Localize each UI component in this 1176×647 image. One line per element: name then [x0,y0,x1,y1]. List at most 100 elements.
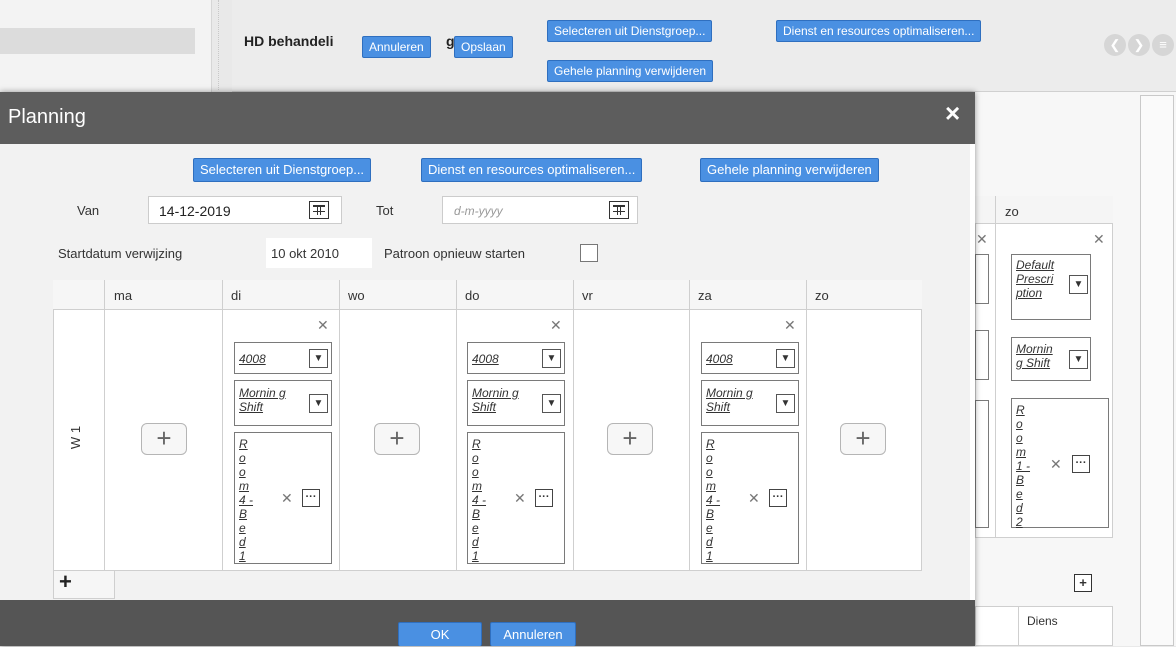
day-header-vr: vr [582,288,593,303]
column-divider [456,280,457,571]
chevron-down-icon[interactable]: ▼ [542,349,561,368]
restart-pattern-label: Patroon opnieuw starten [384,246,525,261]
save-button[interactable]: Opslaan [454,36,513,58]
shift-link[interactable]: Mornin g Shift [706,386,754,414]
code-select[interactable]: 4008 ▼ [234,342,332,374]
chevron-down-icon[interactable]: ▼ [776,394,795,413]
more-icon[interactable]: ··· [302,489,320,507]
room-select[interactable]: Ro o m 1 - Be d 2 ✕ ··· [1011,398,1109,529]
dialog-title: Planning [8,106,86,128]
week-row-label: W 1 [68,425,84,450]
shift-select[interactable]: Mornin g Shift ▼ [701,380,799,426]
entry-box-partial [975,330,989,380]
room-link[interactable]: Ro o m 4 - Be d 1 [239,437,253,563]
delete-plan-button[interactable]: Gehele planning verwijderen [547,60,714,82]
room-link[interactable]: Ro o m 4 - Be d 1 [472,437,486,563]
calendar-icon[interactable] [609,201,629,219]
splitter[interactable] [218,0,219,90]
room-link[interactable]: Ro o m 1 - Be d 2 [1016,403,1030,529]
more-icon[interactable]: ··· [769,489,787,507]
shift-select[interactable]: Mornin g Shift ▼ [234,380,332,426]
remove-icon[interactable]: ✕ [748,491,760,505]
room-select[interactable]: Ro o m 4 - Be d 1 ✕ ··· [467,432,565,564]
more-icon[interactable]: ··· [1072,455,1090,473]
column-divider [689,280,690,571]
column-divider [339,280,340,571]
column-divider [222,280,223,571]
start-ref-label: Startdatum verwijzing [58,246,183,261]
code-link[interactable]: 4008 [706,352,733,366]
ok-button[interactable]: OK [398,622,482,646]
shift-select[interactable]: Mornin g Shift ▼ [467,380,565,426]
from-date-field[interactable]: 14-12-2019 [148,196,342,224]
calendar-icon[interactable] [309,201,329,219]
prescription-select[interactable]: Default Prescri ption ▼ [1011,254,1091,320]
remove-icon[interactable]: ✕ [1050,457,1062,471]
code-select[interactable]: 4008 ▼ [701,342,799,374]
remove-service-icon[interactable]: ✕ [784,318,796,332]
optimize-button[interactable]: Dienst en resources optimaliseren... [421,158,643,182]
column-divider [806,280,807,571]
code-link[interactable]: 4008 [239,352,266,366]
remove-icon[interactable]: ✕ [976,232,988,246]
code-link[interactable]: 4008 [472,352,499,366]
code-select[interactable]: 4008 ▼ [467,342,565,374]
add-icon[interactable]: + [1074,574,1092,592]
add-week-button[interactable]: + [53,571,115,599]
shift-link[interactable]: Mornin g Shift [1016,342,1062,370]
remove-icon[interactable]: ✕ [514,491,526,505]
column-divider [104,280,105,571]
restart-pattern-checkbox[interactable] [580,244,598,262]
dialog-cancel-button[interactable]: Annuleren [490,622,576,646]
remove-icon[interactable]: ✕ [1093,232,1105,246]
to-date-placeholder: d-m-yyyy [454,204,503,218]
select-from-group-button[interactable]: Selecteren uit Dienstgroep... [547,20,713,42]
shift-select[interactable]: Mornin g Shift ▼ [1011,337,1091,381]
chevron-down-icon[interactable]: ▼ [309,349,328,368]
menu-icon[interactable]: ≡ [1152,34,1174,56]
to-label: Tot [376,203,394,218]
entry-box-partial [975,254,989,304]
select-from-group-button[interactable]: Selecteren uit Dienstgroep... [193,158,372,182]
column-divider [995,196,996,538]
add-service-button-vr[interactable]: + [607,423,653,455]
shift-link[interactable]: Mornin g Shift [239,386,287,414]
room-link[interactable]: Ro o m 4 - Be d 1 [706,437,720,563]
column-divider [573,280,574,571]
from-date-value: 14-12-2019 [159,203,231,219]
delete-plan-button[interactable]: Gehele planning verwijderen [700,158,879,182]
column-divider [1018,606,1019,646]
optimize-button[interactable]: Dienst en resources optimaliseren... [776,20,982,42]
chevron-down-icon[interactable]: ▼ [776,349,795,368]
remove-icon[interactable]: ✕ [281,491,293,505]
day-header-za: za [698,288,712,303]
sidebar-selected-row[interactable] [0,28,195,54]
start-ref-value: 10 okt 2010 [271,246,339,261]
day-header-di: di [231,288,242,303]
add-service-button-zo[interactable]: + [840,423,886,455]
day-header-ma: ma [114,288,133,303]
chevron-down-icon[interactable]: ▼ [1069,275,1088,294]
chevron-down-icon[interactable]: ▼ [309,394,328,413]
right-frame [1140,95,1174,646]
close-icon[interactable]: × [945,100,960,126]
dialog-footer [0,600,975,646]
room-select[interactable]: Ro o m 4 - Be d 1 ✕ ··· [701,432,799,564]
prescription-link[interactable]: Default Prescri ption [1016,258,1062,300]
add-service-button-wo[interactable]: + [374,423,420,455]
cancel-button[interactable]: Annuleren [362,36,431,58]
room-select[interactable]: Ro o m 4 - Be d 1 ✕ ··· [234,432,332,564]
day-header-do: do [465,288,480,303]
chevron-left-icon[interactable]: ❮ [1104,34,1126,56]
add-service-button-ma[interactable]: + [141,423,187,455]
remove-service-icon[interactable]: ✕ [550,318,562,332]
remove-service-icon[interactable]: ✕ [317,318,329,332]
chevron-right-icon[interactable]: ❯ [1128,34,1150,56]
to-date-field[interactable]: d-m-yyyy [442,196,638,224]
chevron-down-icon[interactable]: ▼ [542,394,561,413]
shift-link[interactable]: Mornin g Shift [472,386,520,414]
chevron-down-icon[interactable]: ▼ [1069,350,1088,369]
day-header-zo: zo [815,288,829,303]
grid-header-zo: zo [1005,204,1019,219]
more-icon[interactable]: ··· [535,489,553,507]
